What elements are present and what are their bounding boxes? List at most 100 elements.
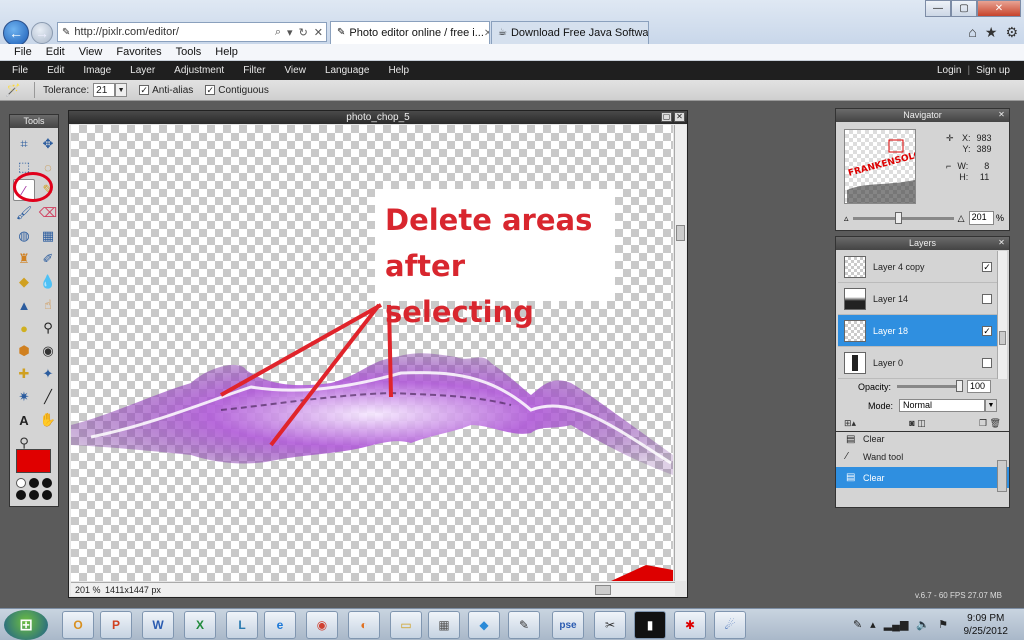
login-link[interactable]: Login bbox=[937, 65, 961, 76]
tab-java[interactable]: ☕ Download Free Java Software bbox=[491, 21, 649, 44]
opacity-slider[interactable] bbox=[897, 380, 964, 392]
marquee-tool-icon[interactable]: ⬚ bbox=[13, 156, 35, 178]
app-menu-file[interactable]: File bbox=[12, 65, 28, 76]
app-menu-image[interactable]: Image bbox=[83, 65, 111, 76]
pse-taskbar-icon[interactable]: pse bbox=[552, 611, 584, 639]
red-eye-tool-icon[interactable]: ◉ bbox=[37, 340, 59, 362]
maximize-canvas-button[interactable]: ▢ bbox=[661, 112, 672, 122]
gradient-tool-icon[interactable]: ▦ bbox=[37, 225, 59, 247]
star-icon[interactable]: ★ bbox=[985, 24, 998, 41]
stop-icon[interactable]: ✕ bbox=[311, 26, 326, 39]
smudge-tool-icon[interactable]: ☝ bbox=[37, 294, 59, 316]
navigator-preview[interactable]: FRANKENSOLO!!! bbox=[844, 129, 916, 204]
refresh-icon[interactable]: ↻ bbox=[296, 26, 311, 39]
close-icon[interactable]: ✕ bbox=[997, 111, 1006, 120]
arrow-up-icon[interactable]: ▴ bbox=[870, 618, 876, 631]
clock[interactable]: 9:09 PM 9/25/2012 bbox=[964, 612, 1009, 638]
media-taskbar-icon[interactable]: ✱ bbox=[674, 611, 706, 639]
maximize-button[interactable]: ▢ bbox=[951, 0, 977, 17]
burn-tool-icon[interactable]: ⬢ bbox=[13, 340, 35, 362]
layer-row[interactable]: Layer 18 ✓ bbox=[838, 315, 998, 347]
sponge-tool-icon[interactable]: ● bbox=[13, 317, 35, 339]
chevron-down-icon[interactable]: ▼ bbox=[985, 399, 998, 412]
move-tool-icon[interactable]: ✥ bbox=[37, 133, 59, 155]
firefox-taskbar-icon[interactable]: ◐ bbox=[348, 611, 380, 639]
close-tab-icon[interactable]: ✕ bbox=[484, 28, 489, 39]
signup-link[interactable]: Sign up bbox=[976, 65, 1010, 76]
menu-view[interactable]: View bbox=[79, 46, 103, 58]
app-menu-adjustment[interactable]: Adjustment bbox=[174, 65, 224, 76]
hand-tool-icon[interactable]: ✋ bbox=[37, 409, 59, 431]
swatch[interactable] bbox=[42, 490, 52, 500]
menu-help[interactable]: Help bbox=[215, 46, 238, 58]
pen-icon[interactable]: ✎ bbox=[853, 618, 862, 631]
layer-visibility-checkbox[interactable]: ✓ bbox=[982, 261, 992, 272]
layer-visibility-checkbox[interactable] bbox=[982, 357, 992, 368]
zoom-out-icon[interactable]: ▵ bbox=[844, 213, 849, 224]
menu-file[interactable]: File bbox=[14, 46, 32, 58]
bloat-tool-icon[interactable]: ✦ bbox=[37, 363, 59, 385]
menu-favorites[interactable]: Favorites bbox=[116, 46, 161, 58]
brush-tool-icon[interactable]: 🖌 bbox=[13, 202, 35, 224]
color-replace-tool-icon[interactable]: ✐ bbox=[37, 248, 59, 270]
layer-visibility-checkbox[interactable] bbox=[982, 293, 992, 304]
tolerance-dropdown[interactable]: ▼ bbox=[115, 83, 128, 97]
magic-wand-tool-icon[interactable]: ⁄ bbox=[13, 179, 35, 201]
app-menu-layer[interactable]: Layer bbox=[130, 65, 155, 76]
app-menu-edit[interactable]: Edit bbox=[47, 65, 64, 76]
swatch[interactable] bbox=[29, 490, 39, 500]
history-item[interactable]: ▤ Clear bbox=[836, 432, 1009, 446]
pinch-tool-icon[interactable]: ✷ bbox=[13, 386, 35, 408]
foreground-color-swatch[interactable] bbox=[16, 449, 51, 473]
eraser-tool-icon[interactable]: ⌫ bbox=[37, 202, 59, 224]
layer-mask-icon[interactable]: ◙ ◫ bbox=[909, 418, 925, 429]
chevron-down-icon[interactable]: ▾ bbox=[284, 26, 296, 39]
clone-stamp-tool-icon[interactable]: ♜ bbox=[13, 248, 35, 270]
menu-edit[interactable]: Edit bbox=[46, 46, 65, 58]
back-button[interactable]: ← bbox=[3, 20, 29, 46]
opacity-input[interactable]: 100 bbox=[967, 380, 992, 393]
swatch[interactable] bbox=[16, 478, 26, 488]
lasso-tool-icon[interactable]: ◌ bbox=[37, 156, 59, 178]
minimize-button[interactable]: — bbox=[925, 0, 951, 17]
history-scrollbar[interactable] bbox=[997, 460, 1007, 492]
flag-icon[interactable]: ⚑ bbox=[938, 618, 948, 631]
crop-tool-icon[interactable]: ⌗ bbox=[13, 133, 35, 155]
paint-taskbar-icon[interactable]: ✎ bbox=[508, 611, 540, 639]
contiguous-checkbox[interactable]: ✓ bbox=[205, 85, 216, 95]
outlook-taskbar-icon[interactable]: O bbox=[62, 611, 94, 639]
tolerance-input[interactable]: 21 bbox=[93, 83, 116, 97]
layer-visibility-checkbox[interactable]: ✓ bbox=[982, 325, 992, 336]
layer-row[interactable]: Layer 0 bbox=[838, 347, 998, 379]
remote-desktop-taskbar-icon[interactable]: ◆ bbox=[468, 611, 500, 639]
address-bar[interactable]: ✎ http://pixlr.com/editor/ ⌕ ▾ ↻ ✕ bbox=[57, 22, 327, 42]
zoom-input[interactable]: 201 bbox=[968, 211, 994, 225]
blur-tool-icon[interactable]: 💧 bbox=[37, 271, 59, 293]
app-menu-filter[interactable]: Filter bbox=[243, 65, 265, 76]
anti-alias-option[interactable]: ✓ Anti-alias bbox=[139, 85, 193, 96]
image-canvas[interactable]: Delete areas after selecting bbox=[71, 125, 673, 581]
new-layer-icon[interactable]: ❐ 🗑 bbox=[979, 418, 1001, 429]
scroll-thumb[interactable] bbox=[999, 331, 1006, 345]
slider-knob[interactable] bbox=[956, 380, 964, 392]
start-button[interactable]: ⊞ bbox=[4, 610, 48, 640]
contiguous-option[interactable]: ✓ Contiguous bbox=[205, 85, 269, 96]
zoom-in-icon[interactable]: △ bbox=[958, 213, 965, 224]
chrome-taskbar-icon[interactable]: ◉ bbox=[306, 611, 338, 639]
history-item[interactable]: ⁄ Wand tool bbox=[836, 446, 1009, 467]
layer-menu-icon[interactable]: ⊞▴ bbox=[844, 418, 856, 429]
dodge-tool-icon[interactable]: ⚲ bbox=[37, 317, 59, 339]
pencil-tool-icon[interactable]: ✎ bbox=[37, 179, 59, 201]
powerpoint-taskbar-icon[interactable]: P bbox=[100, 611, 132, 639]
gear-icon[interactable]: ⚙ bbox=[1005, 24, 1018, 41]
app-menu-help[interactable]: Help bbox=[388, 65, 409, 76]
network-icon[interactable]: ▂▄▆ bbox=[884, 618, 909, 631]
home-icon[interactable]: ⌂ bbox=[968, 24, 976, 41]
scroll-thumb[interactable] bbox=[595, 584, 611, 595]
tab-pixlr[interactable]: ✎ Photo editor online / free i... ✕ bbox=[330, 21, 490, 44]
close-icon[interactable]: ✕ bbox=[997, 239, 1006, 248]
slider-knob[interactable] bbox=[894, 211, 902, 224]
app-menu-view[interactable]: View bbox=[284, 65, 306, 76]
layers-scrollbar[interactable] bbox=[997, 251, 1007, 379]
lync-taskbar-icon[interactable]: L bbox=[226, 611, 258, 639]
